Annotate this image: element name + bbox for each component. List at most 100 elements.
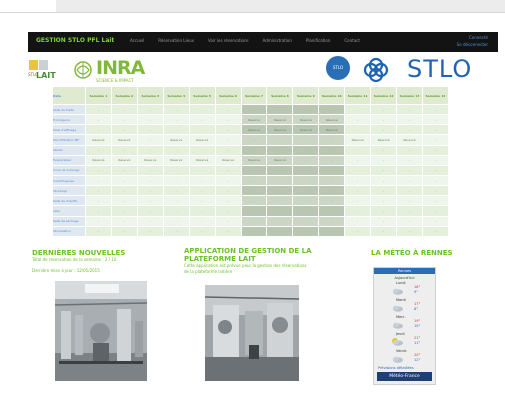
table-cell[interactable]: - — [85, 225, 112, 238]
table-column-header[interactable]: Semaine 6 — [214, 86, 242, 105]
table-cell[interactable]: - — [266, 134, 294, 146]
table-cell[interactable]: - — [240, 185, 268, 197]
table-cell[interactable]: Réservé — [110, 134, 138, 146]
table-cell[interactable]: Réservé — [162, 154, 190, 166]
table-cell[interactable]: - — [188, 164, 216, 176]
table-cell[interactable]: - — [344, 205, 372, 217]
table-cell[interactable]: - — [396, 103, 423, 116]
table-cell[interactable]: - — [136, 174, 164, 187]
table-column-header[interactable]: Semaine 14 — [421, 86, 450, 105]
table-cell[interactable]: - — [240, 144, 268, 156]
table-cell[interactable]: - — [110, 215, 138, 227]
table-cell[interactable]: - — [421, 124, 450, 136]
table-column-header[interactable]: Semaine 13 — [396, 86, 423, 105]
table-cell[interactable]: - — [421, 144, 450, 156]
table-cell[interactable]: - — [292, 225, 320, 238]
table-cell[interactable]: - — [370, 205, 398, 217]
table-cell[interactable]: - — [370, 124, 398, 136]
table-cell[interactable]: - — [188, 144, 216, 156]
table-cell[interactable]: - — [396, 195, 423, 207]
table-cell[interactable]: - — [370, 114, 398, 126]
table-row-label[interactable]: Stockage — [52, 185, 86, 197]
table-cell[interactable]: - — [162, 114, 190, 126]
table-cell[interactable]: - — [421, 195, 450, 207]
table-cell[interactable]: - — [318, 215, 346, 227]
table-row-label[interactable]: Salle de séchage — [52, 215, 86, 227]
table-cell[interactable]: - — [110, 124, 138, 136]
table-cell[interactable]: - — [396, 205, 423, 217]
table-cell[interactable]: - — [344, 225, 372, 238]
table-cell[interactable]: - — [110, 164, 138, 176]
table-cell[interactable]: - — [344, 124, 372, 136]
weather-details-link[interactable]: Prévisions détaillées — [378, 366, 414, 370]
table-cell[interactable]: - — [85, 124, 112, 136]
table-cell[interactable]: - — [421, 225, 450, 238]
table-cell[interactable]: - — [292, 195, 320, 207]
table-cell[interactable]: - — [292, 174, 320, 187]
table-cell[interactable]: - — [292, 205, 320, 217]
table-column-header[interactable]: Semaine 9 — [292, 86, 320, 105]
nav-link-contact[interactable]: Contact — [344, 38, 360, 43]
table-cell[interactable]: - — [188, 124, 216, 136]
table-cell[interactable]: - — [318, 185, 346, 197]
table-cell[interactable]: - — [162, 215, 190, 227]
table-cell[interactable]: - — [344, 174, 372, 187]
table-cell[interactable]: - — [292, 103, 320, 116]
table-row-label[interactable]: Atomisation — [52, 225, 86, 238]
nav-link-voir-reservations[interactable]: Voir les réservations — [208, 38, 249, 43]
table-cell[interactable]: Réservé — [162, 134, 190, 146]
table-cell[interactable]: - — [162, 174, 190, 187]
table-cell[interactable]: - — [240, 215, 268, 227]
table-cell[interactable]: Réservé — [240, 124, 268, 136]
table-cell[interactable]: - — [240, 164, 268, 176]
table-cell[interactable]: - — [188, 215, 216, 227]
table-cell[interactable]: - — [85, 195, 112, 207]
table-cell[interactable]: - — [188, 174, 216, 187]
table-cell[interactable]: - — [162, 124, 190, 136]
table-row-label[interactable]: Centrifugeuse — [52, 174, 86, 187]
table-cell[interactable]: - — [188, 225, 216, 238]
table-cell[interactable]: - — [85, 164, 112, 176]
table-cell[interactable]: - — [344, 114, 372, 126]
table-cell[interactable]: - — [85, 144, 112, 156]
table-cell[interactable]: - — [292, 164, 320, 176]
table-cell[interactable]: - — [188, 195, 216, 207]
table-cell[interactable]: - — [240, 103, 268, 116]
table-cell[interactable]: - — [421, 103, 450, 116]
table-cell[interactable]: Réservé — [188, 134, 216, 146]
table-cell[interactable]: - — [214, 205, 242, 217]
table-cell[interactable]: - — [266, 225, 294, 238]
table-cell[interactable]: - — [110, 174, 138, 187]
table-cell[interactable]: - — [266, 195, 294, 207]
table-cell[interactable]: - — [162, 103, 190, 116]
table-cell[interactable]: - — [421, 164, 450, 176]
table-cell[interactable]: - — [292, 185, 320, 197]
table-cell[interactable]: - — [421, 215, 450, 227]
weather-widget[interactable]: Rennes Aujourd'hui Lundi 18° 9° Mardi 17° 8° M… — [373, 267, 436, 385]
table-cell[interactable]: - — [266, 215, 294, 227]
table-cell[interactable]: - — [370, 215, 398, 227]
table-cell[interactable]: - — [370, 225, 398, 238]
table-cell[interactable]: - — [136, 205, 164, 217]
table-cell[interactable]: - — [318, 164, 346, 176]
table-cell[interactable]: - — [318, 154, 346, 166]
nav-link-reservation[interactable]: Réservation Lieux — [158, 38, 194, 43]
table-cell[interactable]: - — [344, 154, 372, 166]
table-cell[interactable]: - — [136, 215, 164, 227]
table-column-header[interactable]: Semaine 12 — [370, 86, 398, 105]
table-cell[interactable]: - — [85, 103, 112, 116]
table-cell[interactable]: - — [421, 154, 450, 166]
table-cell[interactable]: - — [136, 103, 164, 116]
nav-brand[interactable]: GESTION STLO PFL Lait — [36, 37, 114, 44]
table-cell[interactable]: - — [136, 114, 164, 126]
table-cell[interactable]: - — [240, 134, 268, 146]
table-cell[interactable]: - — [136, 134, 164, 146]
table-cell[interactable]: - — [214, 164, 242, 176]
logout-link[interactable]: Se déconnecter — [457, 41, 488, 48]
table-cell[interactable]: - — [136, 225, 164, 238]
table-cell[interactable]: Réservé — [110, 154, 138, 166]
table-cell[interactable]: - — [266, 103, 294, 116]
table-row-label[interactable]: Labo — [52, 205, 86, 217]
meteo-france-logo[interactable]: Météo-France — [377, 372, 432, 381]
table-cell[interactable]: - — [214, 144, 242, 156]
